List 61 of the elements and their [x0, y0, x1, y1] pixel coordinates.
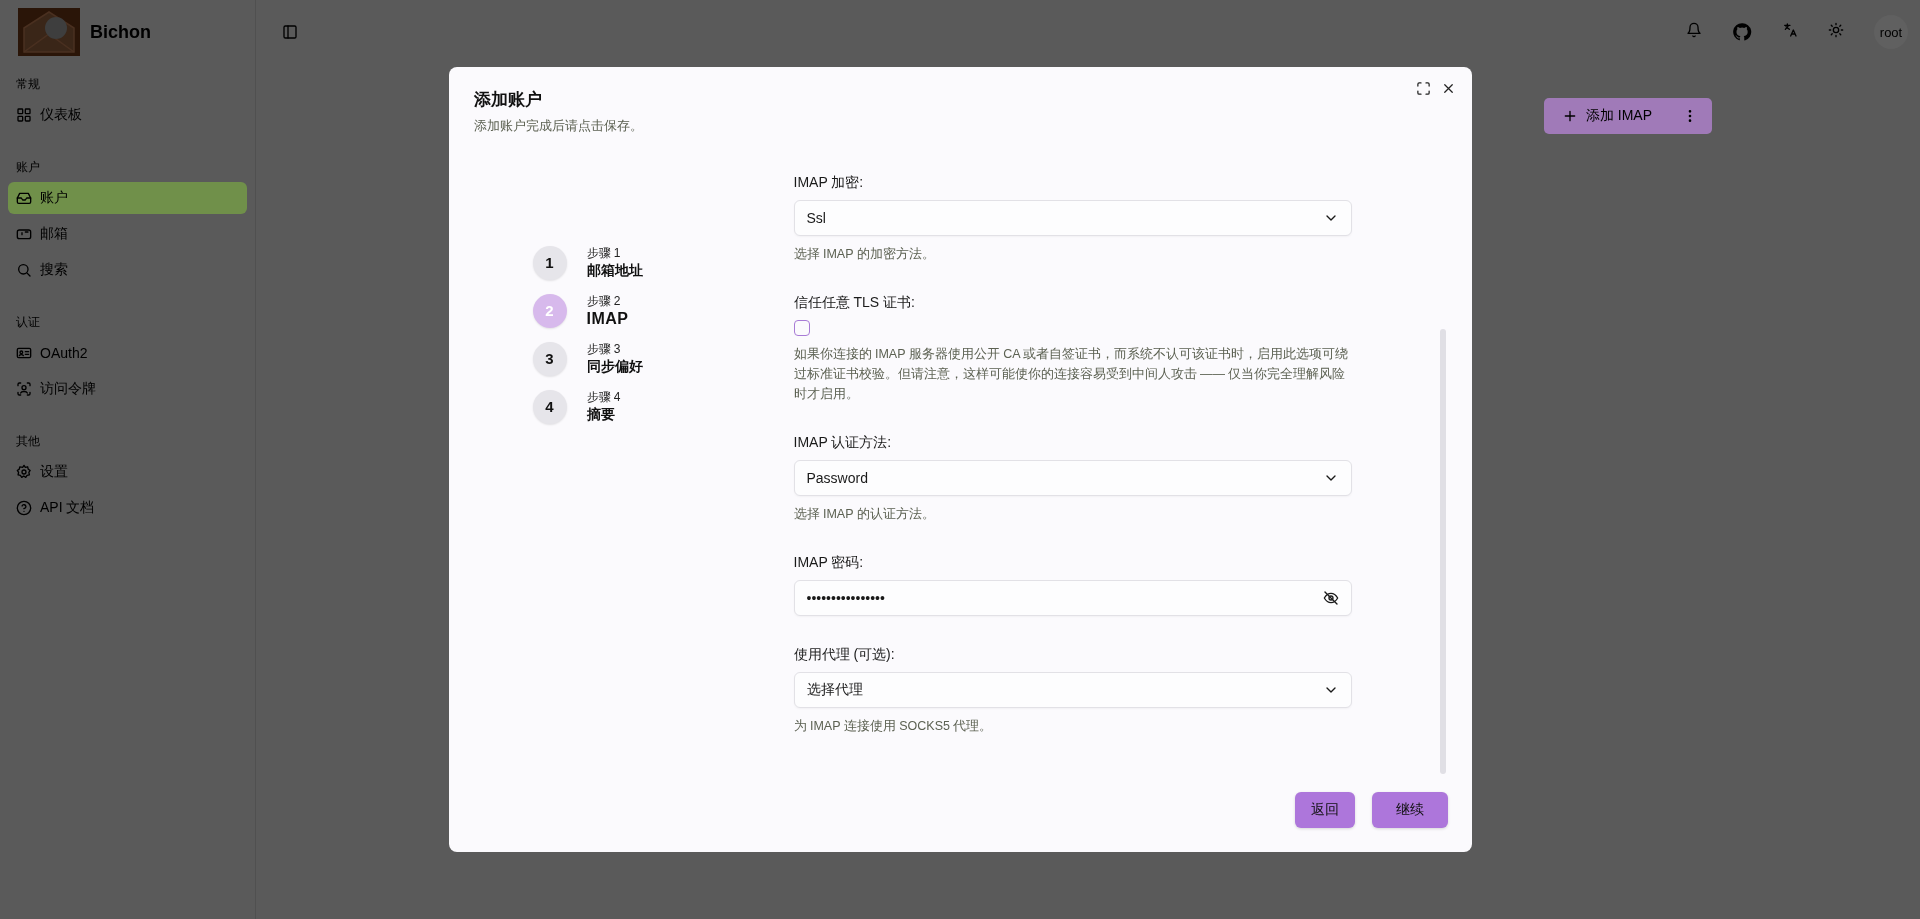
inbox-icon: [16, 190, 32, 206]
gear-icon: [16, 464, 32, 480]
sidebar-item[interactable]: 访问令牌: [8, 373, 247, 405]
field-label: IMAP 密码:: [793, 553, 865, 572]
panel-left-icon: [282, 24, 298, 40]
step-caption: 步骤 3: [586, 341, 622, 358]
scrollbar[interactable]: [1439, 329, 1446, 774]
sidebar-item[interactable]: API 文档: [8, 492, 247, 524]
help-text: 选择 IMAP 的加密方法。: [793, 246, 936, 263]
continue-button[interactable]: 继续: [1371, 792, 1448, 828]
step-caption: 步骤 4: [586, 389, 621, 406]
field-label: 使用代理 (可选):: [793, 645, 896, 664]
step-caption: 步骤 2: [586, 293, 622, 310]
step-title: 摘要: [586, 406, 616, 424]
translate-icon: [1782, 22, 1798, 38]
sidebar-item[interactable]: 邮箱: [8, 218, 247, 250]
section-title: 认证: [15, 314, 41, 331]
fullscreen-button[interactable]: [1415, 81, 1431, 96]
step-title: IMAP: [586, 310, 629, 328]
eye-off-icon: [1322, 590, 1339, 606]
help-text: 如果你连接的 IMAP 服务器使用公开 CA 或者自签证书，而系统不认可该证书时，启用此选项可绕过标准证书校验。但请注意，这样可能使你的连接容易受到中间人攻击 —— 仅当你完全理解风险时才启用。: [793, 346, 1350, 403]
field-label: IMAP 加密:: [793, 173, 865, 192]
user-avatar[interactable]: root: [1874, 15, 1908, 49]
section-title: 其他: [15, 433, 41, 450]
help-text: 选择 IMAP 的认证方法。: [793, 506, 936, 523]
grid-icon: [16, 107, 32, 123]
checkbox[interactable]: [793, 320, 810, 336]
select-field[interactable]: 选择代理: [793, 672, 1352, 708]
sidebar-item[interactable]: 设置: [8, 456, 247, 488]
sidebar-item[interactable]: OAuth2: [8, 337, 247, 369]
step-number[interactable]: 3: [532, 341, 567, 376]
step-number[interactable]: 1: [532, 245, 567, 280]
sun-icon: [1828, 22, 1844, 38]
help-text: 为 IMAP 连接使用 SOCKS5 代理。: [793, 718, 994, 735]
search-icon: [16, 262, 32, 278]
maximize-icon: [1415, 81, 1431, 96]
field-label: IMAP 认证方法:: [793, 433, 893, 452]
mailbox-icon: [16, 226, 32, 242]
step-number[interactable]: 4: [532, 389, 567, 424]
step-title: 同步偏好: [586, 358, 643, 376]
dialog-title: 添加账户: [473, 89, 543, 111]
step-title: 邮箱地址: [586, 262, 643, 280]
back-button[interactable]: 返回: [1294, 792, 1355, 828]
dialog-subtitle: 添加账户完成后请点击保存。: [473, 117, 644, 135]
step-caption: 步骤 1: [586, 245, 622, 262]
section-title: 常规: [15, 76, 41, 93]
sidebar-item[interactable]: 账户: [8, 182, 247, 214]
select-field[interactable]: Ssl: [793, 200, 1352, 236]
section-title: 账户: [15, 159, 41, 176]
app-name: Bichon: [90, 21, 151, 43]
select-field[interactable]: Password: [793, 460, 1352, 496]
help-icon: [16, 500, 32, 516]
bell-icon: [1686, 22, 1702, 38]
github-icon[interactable]: [1732, 22, 1752, 42]
sidebar-item[interactable]: 仪表板: [8, 99, 247, 131]
sidebar-item[interactable]: 搜索: [8, 254, 247, 286]
logo-icon: [18, 8, 80, 56]
scan-user-icon: [16, 381, 32, 397]
password-field[interactable]: ••••••••••••••••: [793, 580, 1352, 616]
id-card-icon: [16, 345, 32, 361]
field-label: 信任任意 TLS 证书:: [793, 293, 916, 312]
